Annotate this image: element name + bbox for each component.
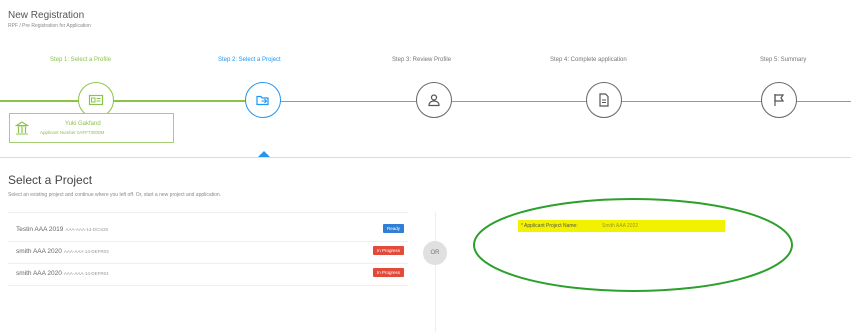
- person-icon: [428, 94, 440, 107]
- project-title: Testin AAA 2019 AAA-AAA-14-DCI420: [16, 226, 108, 233]
- selected-profile-card[interactable]: Yuki Gakfand Applicant Number 0AFF73000M: [9, 113, 174, 143]
- project-id: AAA-AAA-14-DCI420: [65, 227, 109, 232]
- flag-icon: [774, 94, 785, 106]
- id-card-icon: [88, 94, 104, 106]
- applicant-project-label: * Applicant Project Name:: [521, 223, 578, 229]
- section-description: Select an existing project and continue …: [8, 192, 222, 198]
- project-row[interactable]: smith AAA 2020 AAA-AAA-14-DEFR04 In Progr…: [8, 263, 408, 286]
- or-separator: OR: [423, 241, 447, 265]
- applicant-project-field[interactable]: * Applicant Project Name: Smith AAA 2022: [518, 220, 725, 232]
- project-row[interactable]: smith AAA 2020 AAA-AAA-14-DEFR03 In Progr…: [8, 241, 408, 264]
- step-5-circle[interactable]: [761, 82, 797, 118]
- status-badge: In Progress: [372, 268, 404, 277]
- status-badge: In Progress: [372, 246, 404, 255]
- profile-name: Yuki Gakfand: [65, 121, 101, 127]
- step-label-3[interactable]: Step 3: Review Profile: [392, 57, 451, 63]
- project-name: smith AAA 2020: [16, 248, 62, 255]
- status-badge: Ready: [382, 224, 404, 233]
- project-id: AAA-AAA-14-DEFR04: [63, 271, 109, 276]
- section-title: Select a Project: [8, 173, 93, 187]
- project-name: Testin AAA 2019: [16, 226, 64, 233]
- applicant-number: Applicant Number 0AFF73000M: [40, 130, 105, 135]
- project-title: smith AAA 2020 AAA-AAA-14-DEFR03: [16, 248, 109, 255]
- document-icon: [599, 93, 609, 107]
- folder-arrow-icon: [256, 95, 269, 106]
- applicant-project-value[interactable]: Smith AAA 2022: [602, 223, 638, 229]
- step-3-circle[interactable]: [416, 82, 452, 118]
- step-label-1[interactable]: Step 1: Select a Profile: [50, 57, 111, 63]
- step-label-4[interactable]: Step 4: Complete application: [550, 57, 627, 63]
- project-name: smith AAA 2020: [16, 270, 62, 277]
- project-list: Testin AAA 2019 AAA-AAA-14-DCI420 Ready s…: [8, 212, 408, 295]
- vertical-separator: [435, 212, 436, 332]
- project-title: smith AAA 2020 AAA-AAA-14-DEFR04: [16, 270, 109, 277]
- project-id: AAA-AAA-14-DEFR03: [63, 249, 109, 254]
- section-divider: [0, 157, 851, 158]
- progress-track-done: [0, 100, 245, 102]
- step-label-5[interactable]: Step 5: Summary: [760, 57, 806, 63]
- step-4-circle[interactable]: [586, 82, 622, 118]
- active-step-caret: [258, 151, 270, 157]
- building-icon: [15, 121, 29, 135]
- annotation-oval: [473, 198, 793, 292]
- breadcrumb: RPF / Pre Registration for Application: [8, 23, 91, 29]
- step-label-2[interactable]: Step 2: Select a Project: [218, 57, 281, 63]
- step-2-circle[interactable]: [245, 82, 281, 118]
- page-title: New Registration: [8, 10, 85, 21]
- project-row[interactable]: Testin AAA 2019 AAA-AAA-14-DCI420 Ready: [8, 219, 408, 242]
